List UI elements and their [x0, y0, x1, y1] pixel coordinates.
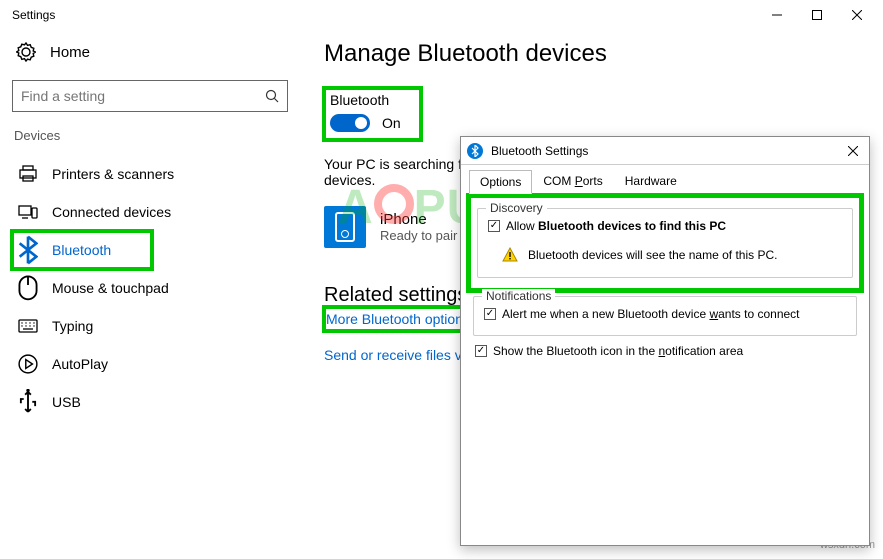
search-field[interactable]	[21, 88, 265, 104]
sidebar-item-label: Connected devices	[52, 204, 171, 220]
sidebar-item-usb[interactable]: USB	[12, 383, 288, 421]
search-input[interactable]	[12, 80, 288, 112]
maximize-button[interactable]	[797, 0, 837, 30]
page-title: Manage Bluetooth devices	[324, 40, 883, 68]
bluetooth-toggle-state: On	[382, 115, 401, 131]
tab-hardware[interactable]: Hardware	[614, 169, 688, 193]
sidebar-item-label: Printers & scanners	[52, 166, 174, 182]
show-tray-icon-label: Show the Bluetooth icon in the notificat…	[493, 344, 743, 358]
autoplay-icon	[18, 355, 38, 373]
alert-new-device-label: Alert me when a new Bluetooth device wan…	[502, 307, 800, 321]
bluetooth-label: Bluetooth	[330, 92, 401, 108]
connected-devices-icon	[18, 203, 38, 221]
sidebar-item-mouse[interactable]: Mouse & touchpad	[12, 269, 288, 307]
warning-icon	[502, 247, 518, 263]
sidebar-item-typing[interactable]: Typing	[12, 307, 288, 345]
more-bluetooth-options-link[interactable]: More Bluetooth options	[326, 311, 470, 327]
checkbox-icon: ✓	[484, 308, 496, 320]
bluetooth-icon	[467, 143, 483, 159]
sidebar-item-label: Typing	[52, 318, 93, 334]
discovery-warning-text: Bluetooth devices will see the name of t…	[528, 248, 777, 262]
sidebar-item-autoplay[interactable]: AutoPlay	[12, 345, 288, 383]
sidebar-item-connected[interactable]: Connected devices	[12, 193, 288, 231]
bluetooth-icon	[18, 241, 38, 259]
phone-icon	[324, 206, 366, 248]
discovery-group-title: Discovery	[486, 201, 547, 215]
sidebar-item-label: Bluetooth	[52, 242, 111, 258]
sidebar: Home Devices Printers & scanners Connect…	[0, 30, 300, 559]
dialog-title: Bluetooth Settings	[491, 144, 843, 158]
printer-icon	[18, 165, 38, 183]
search-icon	[265, 89, 279, 103]
tab-com-ports[interactable]: COM Ports	[532, 169, 613, 193]
bluetooth-toggle[interactable]	[330, 114, 370, 132]
notifications-group-title: Notifications	[482, 289, 555, 303]
home-label: Home	[50, 44, 90, 61]
allow-discovery-label: Allow Bluetooth devices to find this PC	[506, 219, 726, 233]
allow-discovery-checkbox[interactable]: ✓ Allow Bluetooth devices to find this P…	[488, 219, 842, 233]
discovery-warning: Bluetooth devices will see the name of t…	[502, 247, 842, 263]
notifications-group: Notifications ✓ Alert me when a new Blue…	[473, 296, 857, 336]
checkbox-icon: ✓	[475, 345, 487, 357]
mouse-icon	[18, 279, 38, 297]
discovery-group: Discovery ✓ Allow Bluetooth devices to f…	[477, 208, 853, 278]
usb-icon	[18, 393, 38, 411]
dialog-close-button[interactable]	[843, 141, 863, 161]
device-status: Ready to pair	[380, 228, 457, 243]
home-button[interactable]: Home	[12, 36, 288, 76]
bluetooth-toggle-section: Bluetooth On	[324, 88, 421, 140]
section-label: Devices	[14, 128, 286, 143]
bluetooth-settings-dialog: Bluetooth Settings Options COM Ports Har…	[460, 136, 870, 546]
alert-new-device-checkbox[interactable]: ✓ Alert me when a new Bluetooth device w…	[484, 307, 846, 321]
gear-icon	[16, 42, 36, 62]
minimize-button[interactable]	[757, 0, 797, 30]
sidebar-item-label: USB	[52, 394, 81, 410]
tab-options[interactable]: Options	[469, 170, 532, 194]
window-title: Settings	[12, 8, 55, 22]
show-tray-icon-checkbox[interactable]: ✓ Show the Bluetooth icon in the notific…	[475, 344, 855, 358]
titlebar: Settings	[0, 0, 883, 30]
checkbox-icon: ✓	[488, 220, 500, 232]
dialog-tabs: Options COM Ports Hardware	[469, 169, 861, 194]
keyboard-icon	[18, 317, 38, 335]
sidebar-item-label: Mouse & touchpad	[52, 280, 169, 296]
sidebar-item-printers[interactable]: Printers & scanners	[12, 155, 288, 193]
device-name: iPhone	[380, 211, 457, 228]
close-button[interactable]	[837, 0, 877, 30]
sidebar-item-bluetooth[interactable]: Bluetooth	[12, 231, 152, 269]
sidebar-item-label: AutoPlay	[52, 356, 108, 372]
dialog-titlebar: Bluetooth Settings	[461, 137, 869, 165]
